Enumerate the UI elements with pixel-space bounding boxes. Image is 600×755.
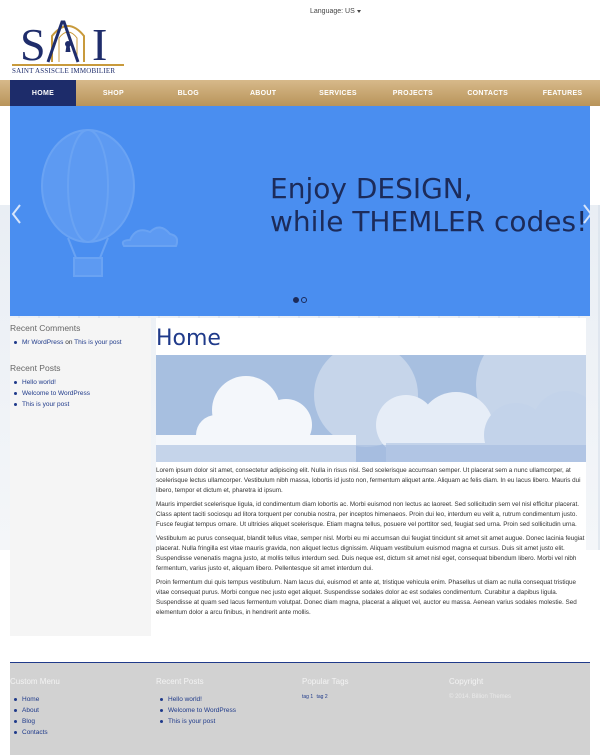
slide-headline-line1: Enjoy DESIGN, [270, 172, 473, 205]
slide-headline: Enjoy DESIGN, while THEMLER codes! [270, 172, 587, 238]
footer-recent-posts-list: Hello world! Welcome to WordPress This i… [156, 694, 236, 727]
list-item: About [14, 705, 60, 716]
slider-dot-2[interactable] [301, 297, 307, 303]
slide-headline-line2: while THEMLER codes! [270, 205, 588, 238]
list-item: This is your post [159, 716, 236, 727]
copyright-text: © 2014. Billion Themes [449, 694, 512, 700]
hero-slider: Enjoy DESIGN, while THEMLER codes! [10, 106, 590, 316]
main-navigation: HOME SHOP BLOG ABOUT SERVICES PROJECTS C… [0, 80, 600, 106]
page-title: Home [156, 326, 221, 351]
footer-link-contacts[interactable]: Contacts [22, 729, 48, 736]
footer-link-home[interactable]: Home [22, 696, 39, 703]
recent-comments-list: Mr WordPress on This is your post [10, 337, 151, 348]
footer: Custom Menu Home About Blog Contacts Rec… [10, 662, 590, 755]
footer-custom-menu-list: Home About Blog Contacts [10, 694, 60, 738]
footer-custom-menu: Custom Menu Home About Blog Contacts [10, 677, 60, 738]
nav-item-projects[interactable]: PROJECTS [375, 80, 450, 106]
balloon-illustration [41, 129, 178, 277]
chevron-right-icon[interactable] [580, 202, 590, 226]
list-item: Mr WordPress on This is your post [14, 337, 151, 348]
footer-copyright: Copyright © 2014. Billion Themes [449, 677, 511, 700]
list-item: Welcome to WordPress [14, 388, 151, 399]
footer-post-link[interactable]: This is your post [168, 718, 215, 725]
footer-popular-tags: Popular Tags tag 1 tag 2 [302, 677, 349, 700]
nav-item-home[interactable]: HOME [10, 80, 76, 106]
footer-post-link[interactable]: Welcome to WordPress [168, 707, 236, 714]
nav-item-features[interactable]: FEATURES [525, 80, 600, 106]
list-item: Hello world! [159, 694, 236, 705]
footer-link-blog[interactable]: Blog [22, 718, 35, 725]
tag-cloud: tag 1 tag 2 [302, 694, 349, 700]
post-link[interactable]: Hello world! [22, 379, 56, 386]
article-body: Lorem ipsum dolor sit amet, consectetur … [156, 466, 586, 622]
nav-item-shop[interactable]: SHOP [76, 80, 151, 106]
recent-posts-list: Hello world! Welcome to WordPress This i… [10, 377, 151, 410]
list-item: This is your post [14, 399, 151, 410]
site-logo[interactable]: S A I SAINT ASSISCLE IMMOBILIER [12, 14, 124, 78]
footer-copyright-heading: Copyright [449, 677, 484, 686]
comment-author-link[interactable]: Mr WordPress [22, 339, 63, 346]
tag-link[interactable]: tag 2 [317, 694, 328, 700]
comment-on-text: on [65, 339, 73, 346]
chevron-left-icon[interactable] [10, 202, 24, 226]
slider-dot-1[interactable] [293, 297, 299, 303]
paragraph: Mauris imperdiet scelerisque ligula, id … [156, 501, 580, 528]
language-selector[interactable]: Language: US [310, 8, 361, 15]
list-item: Welcome to WordPress [159, 705, 236, 716]
footer-recent-posts: Recent Posts Hello world! Welcome to Wor… [156, 677, 236, 727]
recent-posts-heading: Recent Posts [10, 363, 61, 373]
footer-popular-tags-heading: Popular Tags [302, 677, 349, 686]
footer-recent-posts-heading: Recent Posts [156, 677, 204, 686]
list-item: Contacts [14, 727, 60, 738]
language-label: Language: US [310, 8, 355, 15]
list-item: Blog [14, 716, 60, 727]
nav-item-services[interactable]: SERVICES [301, 80, 376, 106]
clouds-image [156, 355, 586, 462]
page: Language: US S A I SAINT ASSISCLE IMMOBI… [0, 0, 600, 755]
paragraph: Proin fermentum dui quis tempus vestibul… [156, 579, 577, 616]
logo-underline [12, 64, 124, 66]
sidebar: Recent Comments Mr WordPress on This is … [10, 318, 151, 636]
footer-link-about[interactable]: About [22, 707, 39, 714]
tag-link[interactable]: tag 1 [302, 694, 313, 700]
post-link[interactable]: Welcome to WordPress [22, 390, 90, 397]
logo-graphic: S A I [20, 19, 107, 66]
svg-text:I: I [92, 19, 107, 66]
paragraph: Lorem ipsum dolor sit amet, consectetur … [156, 467, 581, 494]
nav-item-about[interactable]: ABOUT [226, 80, 301, 106]
nav-item-contacts[interactable]: CONTACTS [450, 80, 525, 106]
post-link[interactable]: This is your post [22, 401, 69, 408]
recent-comments-heading: Recent Comments [10, 323, 81, 333]
footer-post-link[interactable]: Hello world! [168, 696, 202, 703]
logo-text: SAINT ASSISCLE IMMOBILIER [12, 67, 116, 75]
nav-item-blog[interactable]: BLOG [151, 80, 226, 106]
list-item: Hello world! [14, 377, 151, 388]
paragraph: Vestibulum ac purus consequat, blandit t… [156, 535, 585, 572]
list-item: Home [14, 694, 60, 705]
slider-dots [293, 297, 307, 303]
footer-custom-menu-heading: Custom Menu [10, 677, 60, 686]
caret-down-icon [356, 9, 361, 13]
svg-text:S: S [20, 19, 46, 66]
main-content: Home Lorem ipsum dolor sit amet, consect… [156, 318, 586, 638]
comment-post-link[interactable]: This is your post [74, 339, 121, 346]
